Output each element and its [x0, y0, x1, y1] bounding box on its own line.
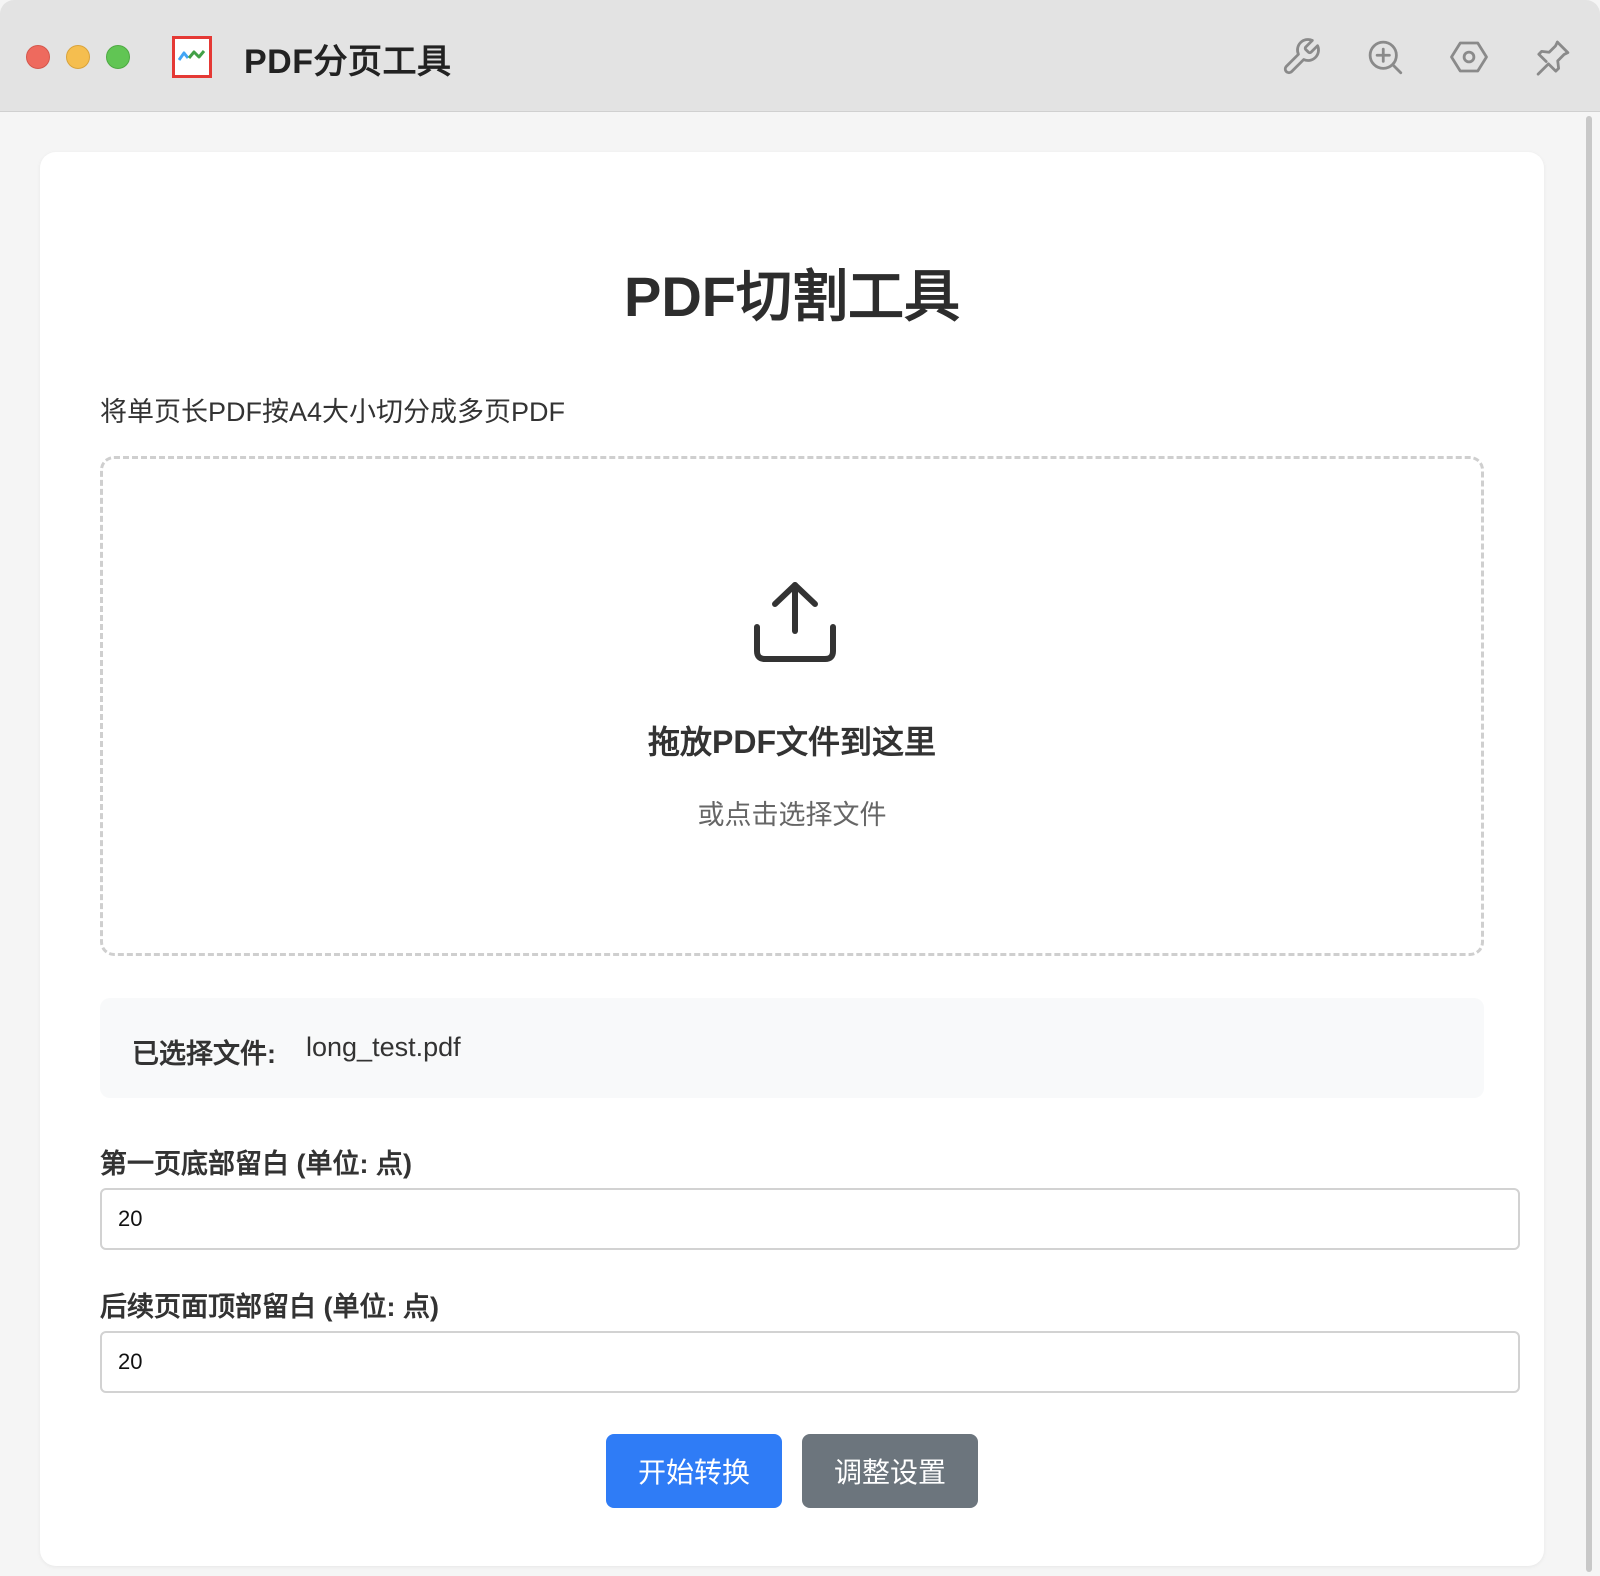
app-window: PDF分页工具 PDF切割工具 将单页长PDF按A4大小切分成多页PDF 拖放P… — [0, 0, 1600, 1576]
wrench-icon[interactable] — [1280, 36, 1322, 78]
first-page-bottom-margin-label: 第一页底部留白 (单位: 点) — [100, 1149, 412, 1179]
main-card: PDF切割工具 将单页长PDF按A4大小切分成多页PDF 拖放PDF文件到这里 … — [40, 152, 1544, 1566]
first-page-bottom-margin-input[interactable] — [100, 1188, 1520, 1250]
page-title: PDF切割工具 — [624, 265, 960, 328]
pin-icon[interactable] — [1532, 36, 1574, 78]
title-bar: PDF分页工具 — [0, 0, 1600, 112]
vertical-scrollbar[interactable] — [1586, 116, 1592, 1572]
close-window-button[interactable] — [26, 45, 50, 69]
selected-file-panel: 已选择文件: long_test.pdf — [100, 998, 1484, 1098]
start-conversion-button[interactable]: 开始转换 — [606, 1434, 782, 1508]
following-pages-top-margin-input[interactable] — [100, 1331, 1520, 1393]
file-dropzone[interactable]: 拖放PDF文件到这里 或点击选择文件 — [100, 456, 1484, 956]
upload-icon — [754, 582, 836, 662]
maximize-window-button[interactable] — [106, 45, 130, 69]
selected-file-name: long_test.pdf — [306, 1032, 461, 1062]
selected-file-label: 已选择文件: — [132, 1039, 276, 1069]
dropzone-subtitle[interactable]: 或点击选择文件 — [103, 793, 1481, 832]
page-description: 将单页长PDF按A4大小切分成多页PDF — [100, 397, 566, 427]
adjust-settings-button[interactable]: 调整设置 — [802, 1434, 978, 1508]
following-pages-top-margin-label: 后续页面顶部留白 (单位: 点) — [100, 1292, 439, 1322]
dropzone-title: 拖放PDF文件到这里 — [647, 724, 936, 760]
zoom-in-icon[interactable] — [1364, 36, 1406, 78]
app-title: PDF分页工具 — [244, 43, 452, 81]
app-logo-icon — [172, 36, 212, 78]
hexagon-settings-icon[interactable] — [1448, 36, 1490, 78]
minimize-window-button[interactable] — [66, 45, 90, 69]
